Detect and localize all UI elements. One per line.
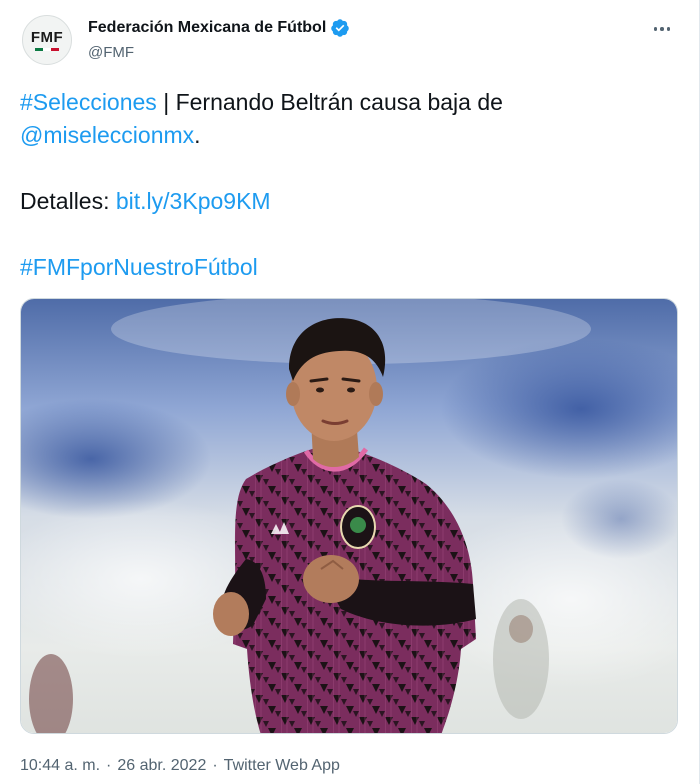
tweet-date[interactable]: 26 abr. 2022 bbox=[117, 757, 206, 774]
tweet-time[interactable]: 10:44 a. m. bbox=[20, 757, 100, 774]
tweet-text-part: . bbox=[194, 122, 201, 148]
tweet-card: FMF Federación Mexicana de Fútbol @FMF #… bbox=[0, 0, 700, 784]
tweet-line-3: Detalles: bit.ly/3Kpo9KM bbox=[20, 185, 679, 218]
mention-miseleccionmx[interactable]: @miseleccionmx bbox=[20, 122, 194, 148]
tweet-text-part: | Fernando Beltrán causa baja de bbox=[156, 89, 503, 115]
handle[interactable]: @FMF bbox=[88, 44, 350, 61]
tweet-line-2: @miseleccionmx. bbox=[20, 119, 679, 152]
tweet-text: #Selecciones | Fernando Beltrán causa ba… bbox=[20, 86, 679, 284]
tweet-source[interactable]: Twitter Web App bbox=[224, 757, 340, 774]
meta-separator: · bbox=[106, 757, 112, 774]
tweet-meta: 10:44 a. m. · 26 abr. 2022 · Twitter Web App bbox=[20, 757, 340, 775]
tweet-line-4: #FMFporNuestroFútbol bbox=[20, 251, 679, 284]
tweet-media[interactable] bbox=[20, 298, 678, 734]
avatar[interactable]: FMF bbox=[22, 15, 72, 65]
avatar-flag-bar bbox=[35, 47, 59, 51]
tweet-header: FMF Federación Mexicana de Fútbol @FMF bbox=[20, 12, 679, 72]
tweet-line-1: #Selecciones | Fernando Beltrán causa ba… bbox=[20, 86, 679, 119]
meta-separator: · bbox=[212, 757, 218, 774]
hashtag-selecciones[interactable]: #Selecciones bbox=[20, 89, 157, 115]
player-photo bbox=[21, 299, 677, 733]
author-block: Federación Mexicana de Fútbol @FMF bbox=[88, 18, 350, 61]
details-label: Detalles: bbox=[20, 188, 116, 214]
more-horizontal-icon[interactable] bbox=[649, 16, 675, 42]
display-name[interactable]: Federación Mexicana de Fútbol bbox=[88, 19, 326, 37]
details-link[interactable]: bit.ly/3Kpo9KM bbox=[116, 188, 271, 214]
name-row: Federación Mexicana de Fútbol bbox=[88, 18, 350, 38]
hashtag-fmfpornuestrofutbol[interactable]: #FMFporNuestroFútbol bbox=[20, 254, 258, 280]
avatar-logo-text: FMF bbox=[30, 28, 64, 46]
verified-badge-icon bbox=[331, 19, 350, 37]
